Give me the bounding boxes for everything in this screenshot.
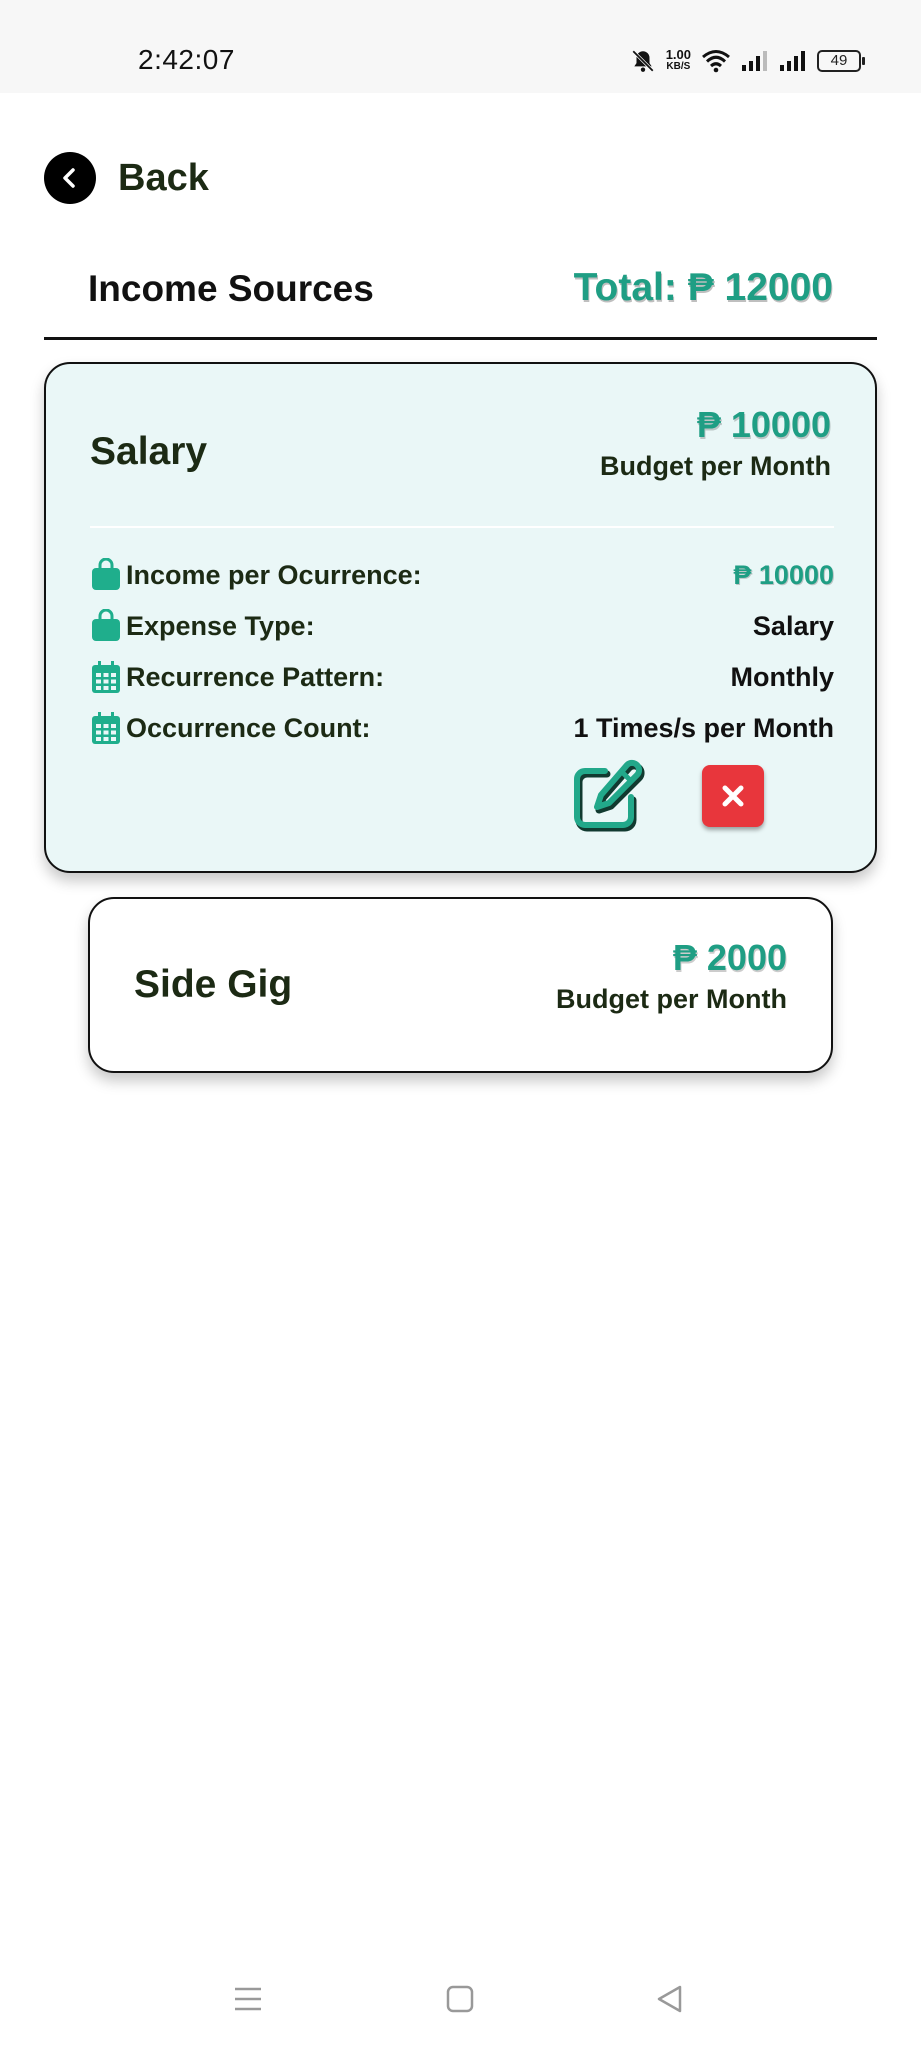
card-title: Salary [90,430,208,473]
calendar-icon [92,661,120,693]
detail-value: ₱ 10000 [733,559,834,590]
status-time: 2:42:07 [138,44,235,75]
income-card-side-gig[interactable]: Side Gig ₱ 2000 Budget per Month [88,897,833,1073]
detail-value: Monthly [730,661,834,692]
income-card-salary[interactable]: Salary ₱ 10000 Budget per Month Income p… [44,362,877,873]
menu-icon [235,1987,261,2011]
header-divider [44,337,877,340]
back-label: Back [118,156,209,199]
back-nav-button[interactable] [655,1984,685,2019]
calendar-icon [92,712,120,744]
detail-value: 1 Times/s per Month [573,712,834,743]
card-divider [90,526,834,528]
net-speed: 1.00 KB/S [665,47,691,72]
card-subtitle: Budget per Month [600,451,831,481]
edit-icon [574,759,645,832]
close-icon [722,785,744,807]
delete-button[interactable] [702,765,764,827]
card-amount: ₱ 10000 [696,404,831,445]
detail-row-income-per-occurrence: Income per Ocurrence: ₱ 10000 [90,555,834,595]
bag-icon [92,558,120,590]
status-icons: 1.00 KB/S 49 [630,44,865,78]
signal-icon [742,51,767,71]
triangle-back-icon [657,1985,682,2013]
card-subtitle: Budget per Month [556,984,787,1014]
signal-icon-2 [780,51,805,71]
detail-value: Salary [752,610,834,641]
detail-label: Income per Ocurrence: [126,559,422,590]
home-icon [446,1985,474,2013]
detail-row-recurrence-pattern: Recurrence Pattern: Monthly [90,657,834,697]
card-title: Side Gig [134,963,293,1006]
detail-label: Occurrence Count: [126,712,371,743]
card-amount: ₱ 2000 [672,937,787,978]
bag-icon [92,609,120,641]
detail-row-expense-type: Expense Type: Salary [90,606,834,646]
menu-button[interactable] [233,1984,263,2019]
status-bar: 2:42:07 1.00 KB/S 49 [0,0,921,93]
back-arrow-icon [44,152,96,204]
detail-label: Expense Type: [126,610,315,641]
back-button[interactable]: Back [44,152,209,204]
edit-button[interactable] [571,759,647,835]
total-amount: Total: ₱ 12000 [573,266,833,309]
bell-off-icon [631,50,654,72]
system-nav-bar [0,1960,921,2048]
wifi-icon [702,50,730,73]
battery-icon: 49 [817,50,865,72]
detail-row-occurrence-count: Occurrence Count: 1 Times/s per Month [90,708,834,748]
home-button[interactable] [446,1984,474,2019]
page-title: Income Sources [88,268,374,309]
detail-label: Recurrence Pattern: [126,661,385,692]
